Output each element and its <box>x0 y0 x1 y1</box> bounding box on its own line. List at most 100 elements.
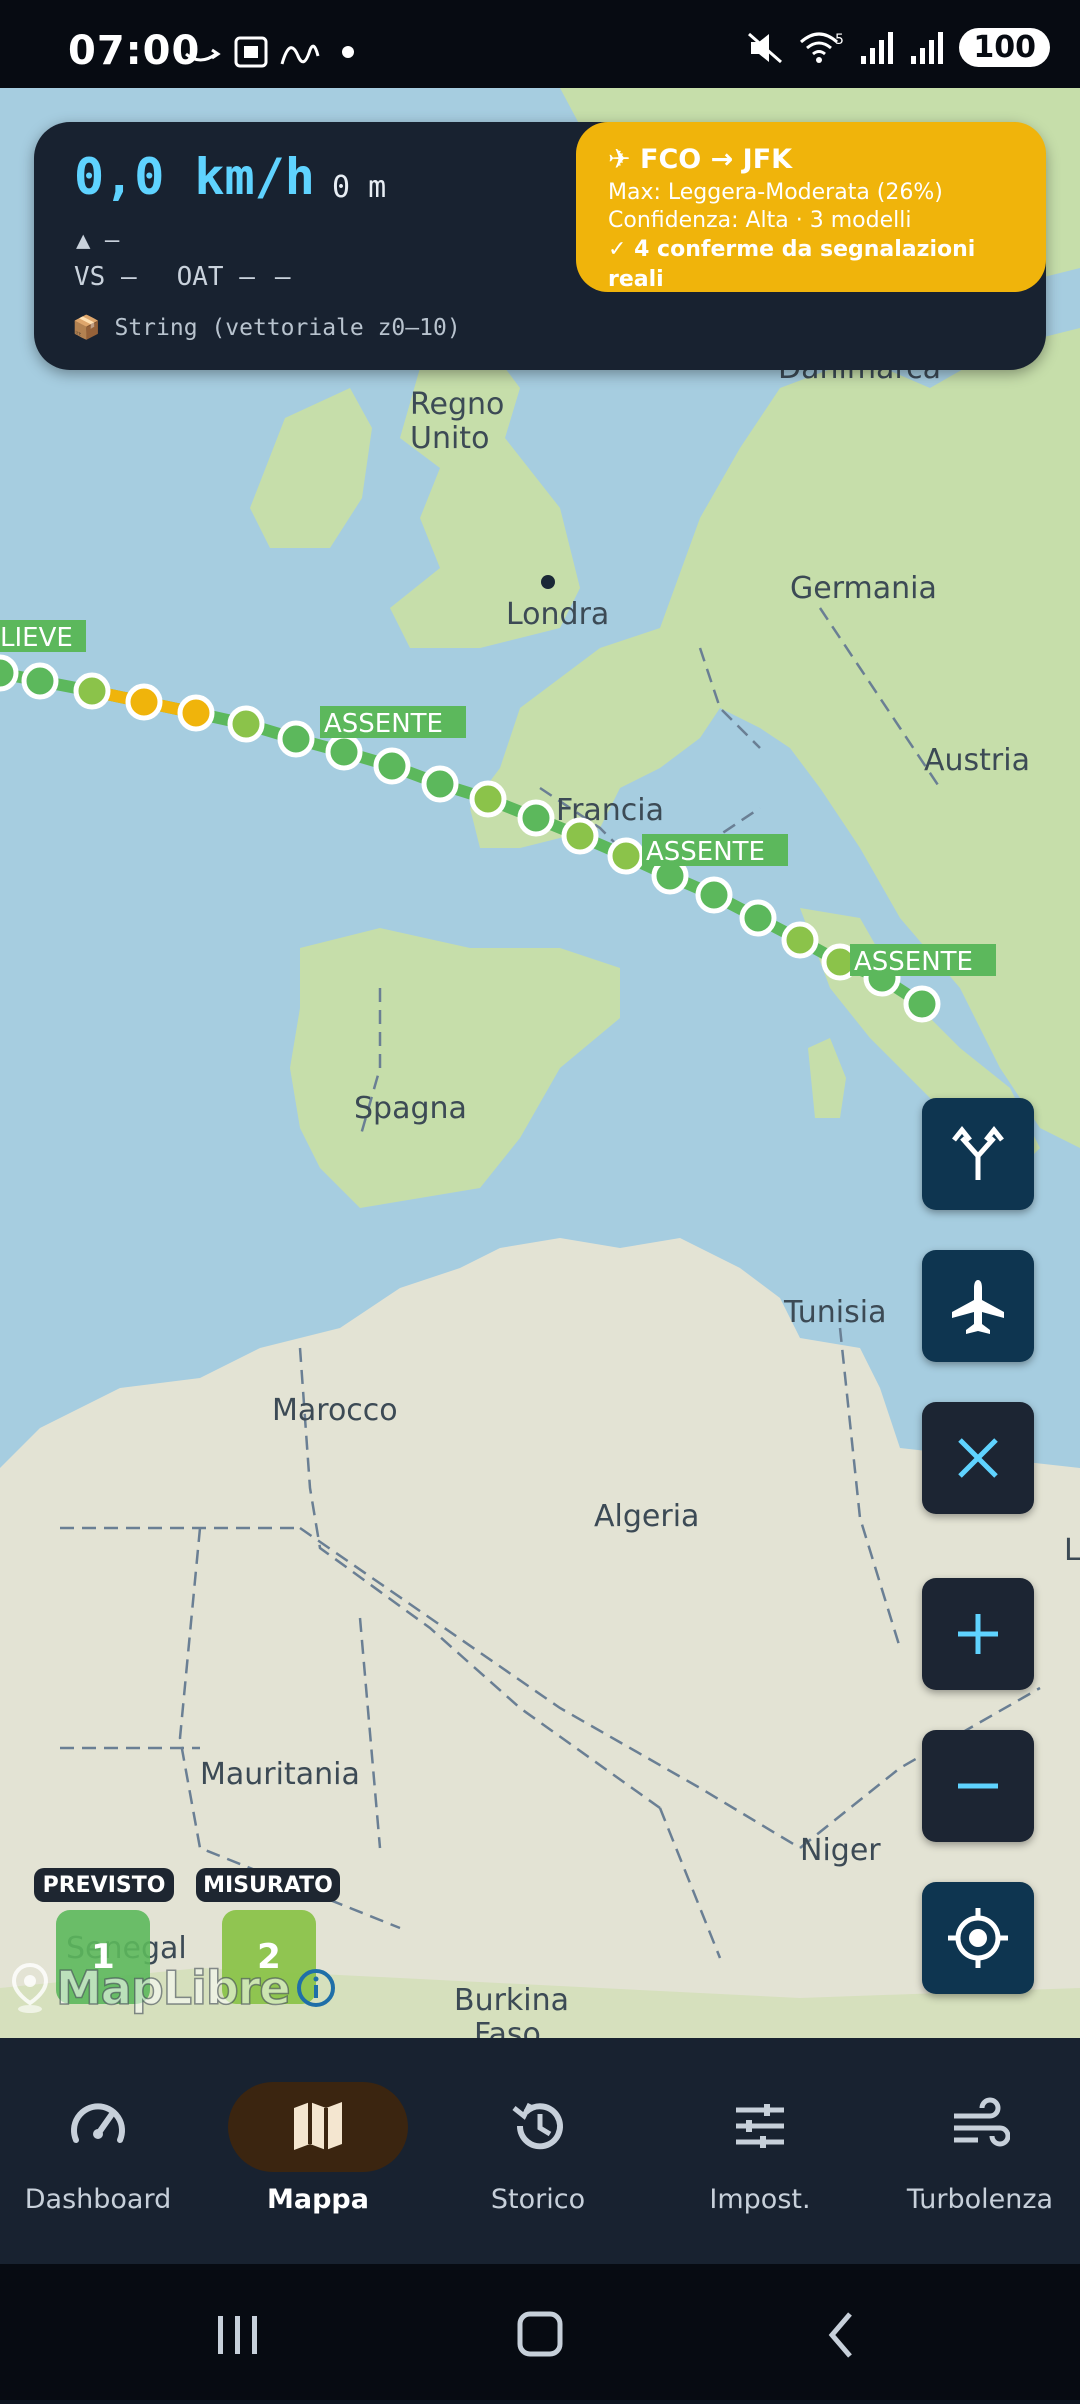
nav-impostazioni[interactable]: Impost. <box>652 2038 868 2264</box>
forecast-tag: PREVISTO <box>34 1868 174 1902</box>
history-icon <box>512 2102 563 2150</box>
airplane-icon <box>952 1280 1004 1334</box>
label-mauritania: Mauritania <box>200 1757 360 1792</box>
measured-tag: MISURATO <box>196 1868 340 1902</box>
maplibre-text: MapLibre <box>55 1960 291 2016</box>
bottom-navigation: Dashboard Mappa Storico Impost. Turbolen… <box>0 2038 1080 2264</box>
waypoint[interactable] <box>695 876 733 914</box>
locate-button[interactable] <box>922 1882 1034 1994</box>
map-canvas[interactable]: Regno Unito Londra Danimarca Germania Au… <box>0 88 1080 2038</box>
waypoint[interactable] <box>903 985 941 1023</box>
nav-mappa-label: Mappa <box>267 2184 369 2215</box>
waypoint[interactable] <box>21 662 59 700</box>
route-label-text: ASSENTE <box>646 837 765 867</box>
wind-icon <box>954 2097 1010 2147</box>
waypoint[interactable] <box>373 747 411 785</box>
signal-icon <box>861 31 894 64</box>
route-split-icon <box>952 1125 1004 1180</box>
waypoint[interactable] <box>177 694 215 732</box>
zoom-out-button[interactable] <box>922 1730 1034 1842</box>
nav-mappa[interactable]: Mappa <box>210 2038 426 2264</box>
route-label-assente-1: ASSENTE <box>320 706 466 739</box>
recent-apps-icon[interactable] <box>218 2316 257 2354</box>
label-algeria: Algeria <box>594 1499 699 1534</box>
close-icon <box>958 1438 998 1478</box>
map-view[interactable]: Regno Unito Londra Danimarca Germania Au… <box>0 88 1080 2038</box>
info-icon[interactable] <box>296 1968 336 2008</box>
route-label-text: ASSENTE <box>854 947 973 977</box>
status-right-icons: 5 100 <box>745 28 1050 67</box>
label-germania: Germania <box>790 571 937 606</box>
waypoint[interactable] <box>517 799 555 837</box>
route-label-text: ASSENTE <box>324 709 443 739</box>
route-confidence: Confidenza: Alta · 3 modelli <box>608 208 912 233</box>
status-left-icons <box>182 34 362 78</box>
route-forecast-card[interactable]: ✈ FCO → JFK Max: Leggera-Moderata (26%) … <box>576 122 1046 292</box>
vs-readout: VS — <box>74 262 137 292</box>
label-londra: Londra <box>506 597 609 632</box>
waypoint[interactable] <box>277 720 315 758</box>
zoom-out-icon <box>958 1783 998 1789</box>
map-source: 📦 String (vettoriale z0–10) <box>72 315 461 341</box>
altitude-readout: 0 m <box>332 170 387 205</box>
label-burkina: Burkina <box>454 1983 569 2018</box>
waypoint[interactable] <box>73 672 111 710</box>
nav-turbolenza[interactable]: Turbolenza <box>872 2038 1080 2264</box>
map-icon <box>294 2102 342 2150</box>
route-label-text: LIEVE <box>0 623 73 653</box>
label-regno: Regno <box>410 387 504 422</box>
status-bar: 07:00 5 100 <box>0 0 1080 88</box>
wifi-icon: 5 <box>800 32 844 63</box>
zoom-in-icon <box>958 1614 998 1654</box>
label-spagna: Spagna <box>354 1091 467 1126</box>
nav-storico[interactable]: Storico <box>430 2038 646 2264</box>
home-icon[interactable] <box>517 2311 563 2357</box>
label-marocco: Marocco <box>272 1393 398 1428</box>
label-austria: Austria <box>924 743 1030 778</box>
nav-dashboard-label: Dashboard <box>24 2184 172 2215</box>
wifi-badge: 5 <box>835 32 844 48</box>
waypoint[interactable] <box>125 683 163 721</box>
waypoint[interactable] <box>607 837 645 875</box>
close-route-button[interactable] <box>922 1402 1034 1514</box>
route-split-button[interactable] <box>922 1098 1034 1210</box>
signal-icon <box>911 31 944 64</box>
speed-readout: 0,0 km/h <box>74 148 315 206</box>
maplibre-watermark[interactable]: MapLibre <box>10 1958 336 2018</box>
vario-readout: ▲ — <box>76 226 120 254</box>
back-icon[interactable] <box>828 2312 852 2358</box>
system-nav-buttons <box>218 2311 852 2358</box>
speedometer-icon <box>71 2103 125 2143</box>
label-niger: Niger <box>800 1833 881 1868</box>
waypoint[interactable] <box>739 899 777 937</box>
flight-mode-button[interactable] <box>922 1250 1034 1362</box>
oat-readout: OAT — <box>176 262 255 292</box>
vs-oat-row: VS — OAT — — <box>74 262 291 292</box>
route-confirmations: ✓ 4 conferme da segnalazioni reali <box>608 237 976 292</box>
system-navigation <box>0 2264 1080 2400</box>
waypoint[interactable] <box>227 705 265 743</box>
label-faso: Faso <box>474 2017 541 2038</box>
label-edge: L <box>1064 1533 1080 1568</box>
waypoint[interactable] <box>561 817 599 855</box>
notification-icons <box>185 36 354 68</box>
route-label-lieve: LIEVE <box>0 620 86 653</box>
waypoint[interactable] <box>421 765 459 803</box>
city-dot-london <box>541 575 555 589</box>
nav-impostazioni-label: Impost. <box>709 2184 811 2215</box>
waypoint[interactable] <box>0 654 19 692</box>
zoom-in-button[interactable] <box>922 1578 1034 1690</box>
nav-storico-label: Storico <box>490 2184 586 2215</box>
nav-turbolenza-label: Turbolenza <box>906 2184 1054 2215</box>
label-unito: Unito <box>410 421 489 456</box>
label-tunisia: Tunisia <box>783 1295 886 1330</box>
waypoint[interactable] <box>325 733 363 771</box>
waypoint[interactable] <box>469 780 507 818</box>
route-label-assente-3: ASSENTE <box>850 944 996 977</box>
status-time: 07:00 <box>68 28 201 74</box>
maplibre-logo-icon <box>11 1962 49 2013</box>
locate-icon <box>948 1908 1008 1968</box>
waypoint[interactable] <box>781 921 819 959</box>
mute-icon <box>748 32 783 63</box>
nav-dashboard[interactable]: Dashboard <box>0 2038 206 2264</box>
